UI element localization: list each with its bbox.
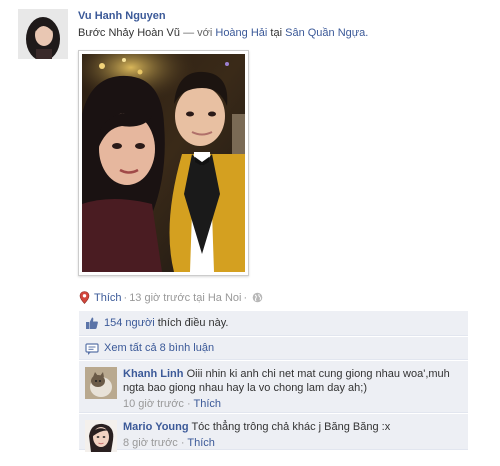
comment-time[interactable]: 10 giờ trước: [123, 398, 184, 410]
post-like-link[interactable]: Thích: [94, 292, 122, 304]
map-pin-icon: [79, 291, 90, 304]
likes-suffix: thích điều này.: [157, 317, 229, 329]
comment-meta: 10 giờ trước · Thích: [123, 397, 453, 411]
comment-like-link[interactable]: Thích: [194, 398, 222, 410]
meta-dot-2: ·: [243, 291, 248, 304]
status-line: Bước Nhảy Hoàn Vũ — với Hoàng Hải tại Sâ…: [78, 27, 368, 39]
likes-count-link[interactable]: 154 người: [104, 317, 155, 329]
likes-row: 154 người thích điều này.: [79, 311, 468, 336]
comment-like-link[interactable]: Thích: [187, 437, 215, 449]
comment-meta: 8 giờ trước · Thích: [123, 436, 453, 450]
comment-time[interactable]: 8 giờ trước: [123, 437, 178, 449]
thumbs-up-icon: [86, 317, 98, 329]
status-text: Bước Nhảy Hoàn Vũ: [78, 27, 181, 39]
comment-bubble-icon: [85, 343, 99, 355]
comment-item: Mario Young Tóc thẳng trông chả khác j B…: [79, 414, 468, 452]
tagged-person-link[interactable]: Hoàng Hải: [215, 27, 267, 39]
comment-meta-dot: ·: [186, 398, 191, 410]
post-photo[interactable]: [78, 50, 249, 276]
status-dash: —: [183, 27, 195, 39]
comment-body: Khanh Linh Oiii nhin ki anh chi net mat …: [123, 367, 453, 411]
comment-text: Tóc thẳng trông chả khác j Băng Băng :x: [191, 421, 391, 433]
comment-meta-dot: ·: [180, 437, 185, 449]
author-avatar[interactable]: [18, 9, 68, 59]
commenter-avatar[interactable]: [85, 367, 117, 399]
comment-item: Khanh Linh Oiii nhin ki anh chi net mat …: [79, 361, 468, 413]
place-link[interactable]: Sân Quần Ngựa.: [285, 27, 368, 39]
commenter-avatar[interactable]: [85, 420, 117, 452]
post-meta: Thích · 13 giờ trước tại Ha Noi ·: [79, 291, 263, 304]
globe-icon[interactable]: [252, 292, 263, 303]
comment-body: Mario Young Tóc thẳng trông chả khác j B…: [123, 420, 453, 450]
view-all-comments-link[interactable]: Xem tất cả 8 bình luận: [104, 342, 214, 354]
view-all-row[interactable]: Xem tất cả 8 bình luận: [79, 337, 468, 360]
meta-dot: ·: [123, 291, 128, 304]
author-name[interactable]: Vu Hanh Nguyen: [78, 10, 166, 22]
likes-text: 154 người thích điều này.: [104, 317, 228, 329]
with-word: với: [197, 27, 213, 39]
commenter-name[interactable]: Khanh Linh: [123, 368, 184, 380]
post-timestamp[interactable]: 13 giờ trước tại Ha Noi: [129, 292, 241, 304]
at-word: tại: [270, 27, 283, 39]
photo-image: [82, 54, 245, 272]
feedback-box: 154 người thích điều này. Xem tất cả 8 b…: [79, 311, 468, 452]
commenter-name[interactable]: Mario Young: [123, 421, 189, 433]
